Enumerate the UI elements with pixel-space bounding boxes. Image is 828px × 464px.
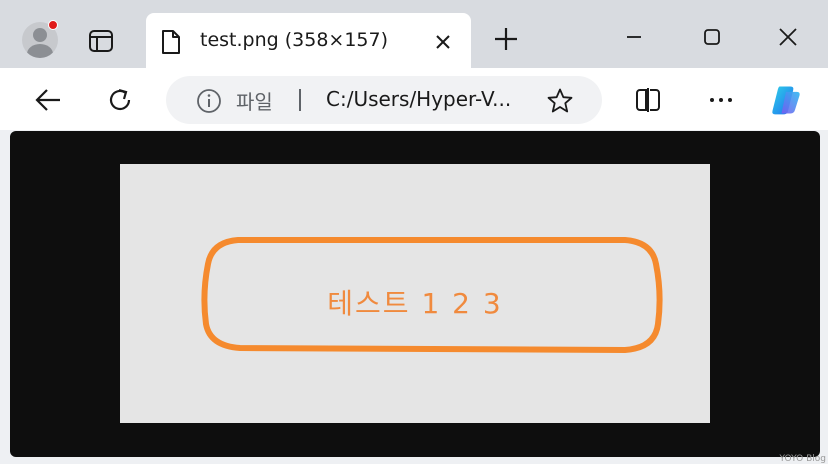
tab-strip: test.png (358×157) — [0, 0, 828, 70]
copilot-icon — [772, 86, 800, 115]
notification-dot — [48, 20, 58, 30]
maximize-button[interactable] — [695, 20, 729, 54]
maximize-icon — [704, 29, 720, 45]
avatar-body — [27, 44, 53, 58]
minimize-icon — [627, 36, 641, 38]
active-tab[interactable]: test.png (358×157) — [146, 13, 471, 70]
tab-close-icon[interactable] — [432, 31, 454, 53]
displayed-image[interactable]: 테스트 1 2 3 — [120, 164, 710, 423]
navigation-toolbar: 파일 C:/Users/Hyper-V... — [0, 68, 828, 130]
avatar-head — [33, 28, 47, 42]
close-window-button[interactable] — [771, 20, 805, 54]
address-divider — [299, 89, 301, 111]
image-text: 테스트 1 2 3 — [327, 287, 503, 320]
address-bar[interactable]: 파일 C:/Users/Hyper-V... — [166, 76, 602, 124]
tab-actions-button[interactable] — [84, 24, 118, 58]
back-button[interactable] — [30, 82, 66, 118]
back-arrow-icon — [35, 89, 60, 111]
new-tab-icon[interactable] — [491, 24, 521, 54]
watermark-text: YOYO Blog — [779, 454, 826, 464]
minimize-button[interactable] — [617, 20, 651, 54]
tab-title: test.png (358×157) — [200, 29, 389, 51]
image-viewport: 테스트 1 2 3 — [10, 131, 820, 457]
tab-actions-icon — [89, 30, 113, 52]
more-icon — [710, 98, 732, 102]
split-screen-icon — [636, 88, 660, 112]
info-icon[interactable] — [196, 88, 222, 114]
site-label: 파일 — [236, 90, 273, 114]
favorite-star-icon[interactable] — [546, 87, 574, 115]
url-text[interactable]: C:/Users/Hyper-V... — [326, 87, 511, 111]
reload-button[interactable] — [102, 82, 138, 118]
copilot-button[interactable] — [768, 82, 804, 118]
close-icon — [779, 28, 797, 46]
more-options-button[interactable] — [703, 82, 739, 118]
reload-icon — [109, 88, 131, 111]
split-screen-button[interactable] — [630, 82, 666, 118]
file-icon — [162, 30, 180, 54]
browser-window: test.png (358×157) 파일 C:/Users/Hyper-V..… — [0, 0, 828, 464]
